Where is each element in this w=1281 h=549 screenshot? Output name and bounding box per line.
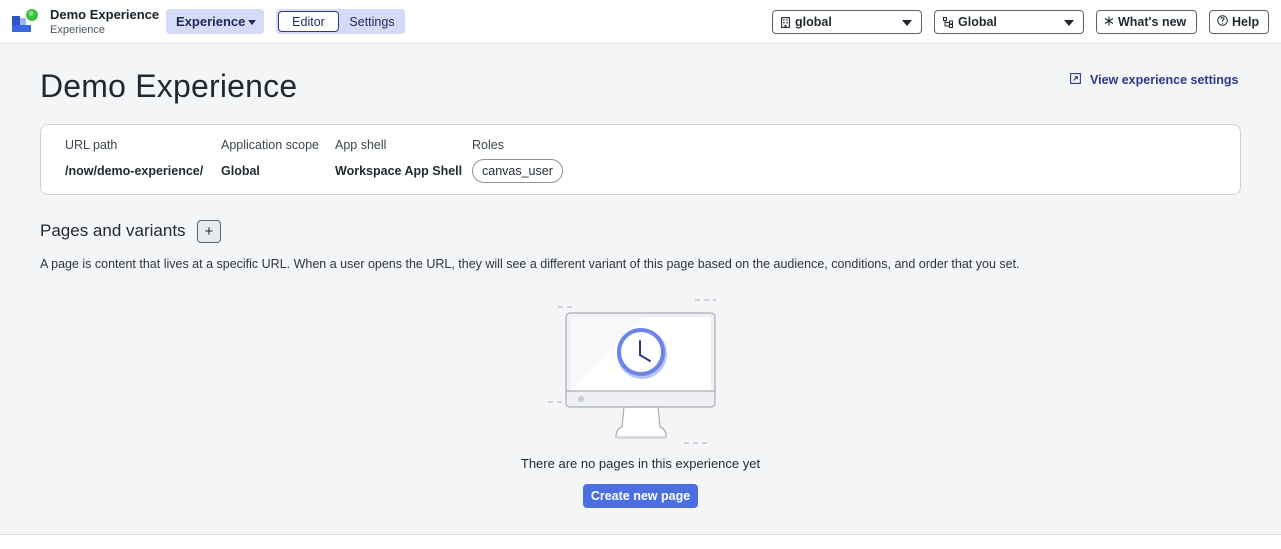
roles-label: Roles xyxy=(472,138,504,152)
empty-state-monitor-icon xyxy=(548,299,716,444)
help-label: Help xyxy=(1232,15,1260,29)
app-subtitle: Experience xyxy=(50,24,106,36)
section-title: Pages and variants xyxy=(40,221,186,240)
experience-menu-button[interactable]: Experience xyxy=(166,9,264,34)
scope-dropdown-value: global xyxy=(795,15,832,29)
building-icon xyxy=(781,16,790,28)
app-shell-value: Workspace App Shell xyxy=(335,164,463,178)
application-scope-value: Global xyxy=(221,164,260,178)
caret-down-icon xyxy=(902,20,912,26)
url-path-value: /now/demo-experience/ xyxy=(65,164,204,178)
app-logo-icon xyxy=(12,9,38,32)
help-icon xyxy=(1217,15,1228,29)
tab-settings[interactable]: Settings xyxy=(342,11,402,32)
experience-menu-label: Experience xyxy=(176,14,246,29)
create-new-page-button[interactable]: Create new page xyxy=(583,484,698,508)
app-shell-label: App shell xyxy=(335,138,387,152)
footer-strip xyxy=(0,535,1281,549)
add-page-button[interactable]: + xyxy=(197,220,221,243)
top-header: Demo Experience Experience Experience Ed… xyxy=(0,0,1281,44)
whats-new-label: What's new xyxy=(1118,15,1187,29)
scope-dropdown[interactable]: global xyxy=(772,10,922,34)
sparkle-icon xyxy=(1104,15,1114,29)
role-pill: canvas_user xyxy=(472,159,563,183)
view-experience-settings-link[interactable]: View experience settings xyxy=(1070,73,1238,87)
app-title: Demo Experience xyxy=(50,7,160,22)
help-button[interactable]: Help xyxy=(1209,10,1269,34)
whats-new-button[interactable]: What's new xyxy=(1096,10,1197,34)
domain-dropdown[interactable]: Global xyxy=(934,10,1084,34)
mode-toggle: Editor Settings xyxy=(276,9,405,34)
hierarchy-icon xyxy=(943,16,953,28)
domain-dropdown-value: Global xyxy=(958,15,997,29)
caret-down-icon xyxy=(248,20,257,25)
empty-state-message: There are no pages in this experience ye… xyxy=(520,456,761,471)
tab-editor[interactable]: Editor xyxy=(278,11,339,32)
application-scope-label: Application scope xyxy=(221,138,319,152)
experience-details-card: URL path /now/demo-experience/ Applicati… xyxy=(40,124,1241,195)
page-title: Demo Experience xyxy=(40,68,298,104)
open-settings-icon xyxy=(1070,73,1081,87)
caret-down-icon xyxy=(1064,20,1074,26)
settings-link-label: View experience settings xyxy=(1090,73,1239,87)
url-path-label: URL path xyxy=(65,138,118,152)
section-description: A page is content that lives at a specif… xyxy=(40,257,1020,271)
